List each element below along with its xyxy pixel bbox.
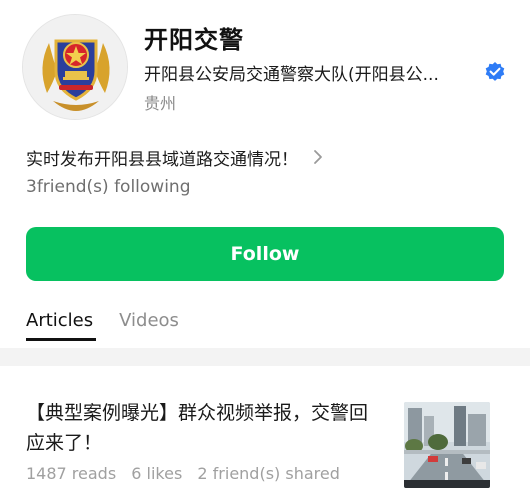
- article-thumbnail[interactable]: [404, 402, 490, 488]
- bio-row[interactable]: 实时发布开阳县县域道路交通情况！: [26, 144, 324, 170]
- article-reads: 1487 reads: [26, 464, 117, 483]
- verified-check-icon: [485, 62, 505, 81]
- article-card[interactable]: 【典型案例曝光】群众视频举报，交警回应来了！ 1487 reads 6 like…: [0, 366, 530, 504]
- tab-articles[interactable]: Articles: [26, 310, 93, 338]
- friends-following-text[interactable]: 3friend(s) following: [26, 177, 191, 197]
- article-likes: 6 likes: [131, 464, 183, 483]
- article-title[interactable]: 【典型案例曝光】群众视频举报，交警回应来了！: [26, 398, 386, 458]
- bio-text: 实时发布开阳县县域道路交通情况！: [26, 149, 298, 170]
- street-scene-thumbnail: [404, 402, 490, 488]
- official-account-profile-page: 开阳交警 开阳县公安局交通警察大队(开阳县公... 贵州 实时发布开阳县县域道路…: [0, 0, 530, 504]
- article-shared: 2 friend(s) shared: [197, 464, 340, 483]
- tab-videos[interactable]: Videos: [119, 310, 179, 338]
- article-meta: 1487 reads 6 likes 2 friend(s) shared: [26, 464, 350, 483]
- organization-name: 开阳县公安局交通警察大队(开阳县公...: [144, 64, 439, 85]
- follow-button[interactable]: Follow: [26, 227, 504, 281]
- police-emblem-icon: [23, 15, 127, 119]
- organization-row: 开阳县公安局交通警察大队(开阳县公...: [144, 60, 516, 85]
- section-divider: [0, 348, 530, 366]
- chevron-right-icon: [314, 150, 322, 164]
- avatar[interactable]: [22, 14, 128, 120]
- region-label: 贵州: [144, 94, 177, 113]
- account-name: 开阳交警: [144, 26, 244, 54]
- active-tab-indicator: [26, 338, 96, 341]
